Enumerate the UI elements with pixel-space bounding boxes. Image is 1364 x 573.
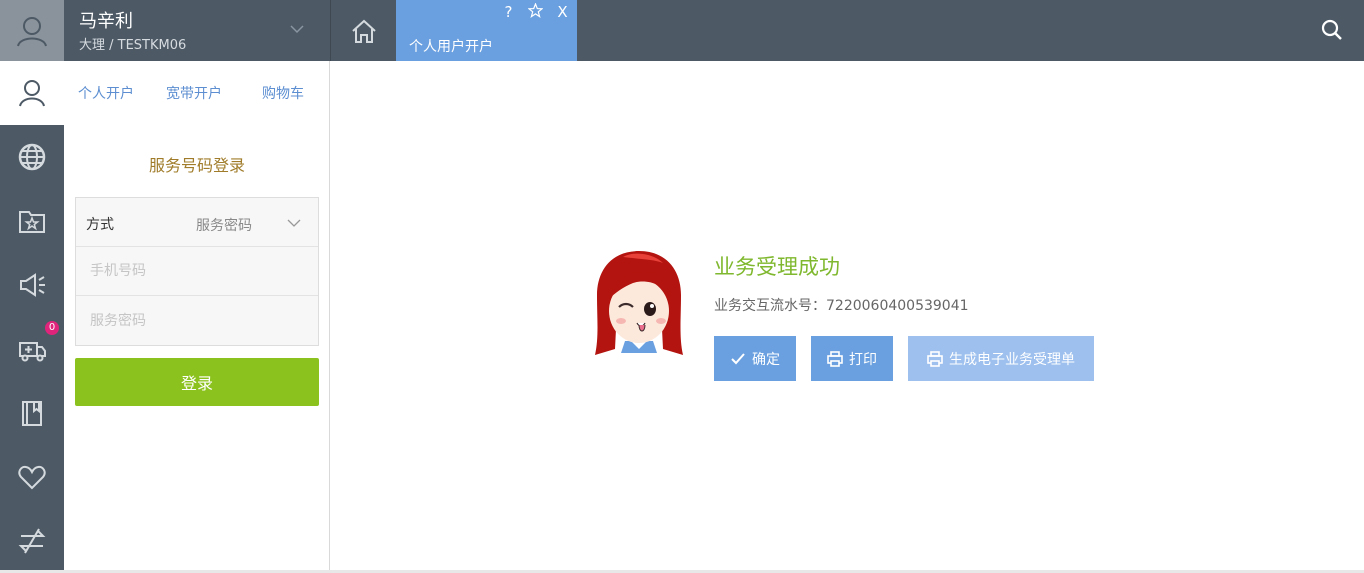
avatar-icon <box>17 16 47 46</box>
app-root: 马辛利 大理 / TESTKM06 ? X 个人用户开户 0 个人开户 宽带开户… <box>0 0 1364 573</box>
printer-icon <box>827 350 843 367</box>
panel-tabs: 个人开户 宽带开户 购物车 <box>64 83 330 107</box>
tab-label: 个人用户开户 <box>409 39 493 55</box>
chevron-down-icon[interactable] <box>286 215 302 231</box>
megaphone-icon <box>20 273 45 297</box>
tab-controls: ? X <box>500 2 571 22</box>
print-label: 打印 <box>849 351 877 368</box>
phone-input[interactable] <box>76 247 318 295</box>
login-form: 方式 服务密码 <box>75 197 319 346</box>
user-name: 马辛利 <box>79 11 133 32</box>
home-icon <box>351 19 376 43</box>
success-title: 业务受理成功 <box>714 255 840 279</box>
generate-receipt-button[interactable]: 生成电子业务受理单 <box>908 336 1094 381</box>
exchange-icon <box>18 528 46 554</box>
chevron-down-icon[interactable] <box>288 20 306 38</box>
tab-broadband-open[interactable]: 宽带开户 <box>166 83 222 103</box>
user-info[interactable]: 马辛利 大理 / TESTKM06 <box>64 0 330 61</box>
rail-item-exchange[interactable] <box>0 509 64 573</box>
rail-item-user[interactable] <box>0 61 64 125</box>
generate-label: 生成电子业务受理单 <box>949 351 1075 368</box>
print-button[interactable]: 打印 <box>811 336 893 381</box>
phone-row <box>76 247 318 296</box>
check-icon <box>731 352 745 364</box>
close-icon[interactable]: X <box>554 3 571 22</box>
tab-personal-open[interactable]: 个人开户 <box>78 83 134 103</box>
icon-rail: 0 <box>0 61 64 570</box>
user-icon <box>19 80 45 107</box>
book-icon <box>22 401 42 426</box>
notification-badge: 0 <box>45 321 59 335</box>
method-select[interactable]: 服务密码 <box>196 215 252 235</box>
folder-star-icon <box>19 211 45 233</box>
user-avatar[interactable] <box>0 0 64 61</box>
star-icon[interactable] <box>527 2 544 22</box>
top-bar: 马辛利 大理 / TESTKM06 ? X 个人用户开户 <box>0 0 1364 61</box>
rail-item-folder[interactable] <box>0 189 64 253</box>
panel-border <box>329 61 330 570</box>
side-panel: 个人开户 宽带开户 购物车 服务号码登录 方式 服务密码 登录 <box>64 61 330 570</box>
method-label: 方式 <box>86 217 114 233</box>
rail-item-heart[interactable] <box>0 445 64 509</box>
tab-cart[interactable]: 购物车 <box>262 83 304 103</box>
heart-icon <box>18 465 46 490</box>
home-button[interactable] <box>331 0 396 61</box>
rail-item-book[interactable] <box>0 381 64 445</box>
password-input[interactable] <box>76 296 318 345</box>
rail-item-megaphone[interactable] <box>0 253 64 317</box>
printer-icon <box>927 350 943 367</box>
globe-icon <box>18 143 46 171</box>
serial-number: 业务交互流水号：7220060400539041 <box>714 298 969 314</box>
user-location: 大理 / TESTKM06 <box>79 38 187 53</box>
confirm-button[interactable]: 确定 <box>714 336 796 381</box>
question-icon[interactable]: ? <box>500 3 517 22</box>
mascot-image <box>595 251 683 355</box>
login-button[interactable]: 登录 <box>75 358 319 406</box>
tab-personal-account[interactable]: ? X 个人用户开户 <box>396 0 577 61</box>
password-row <box>76 296 318 345</box>
rail-item-globe[interactable] <box>0 125 64 189</box>
confirm-label: 确定 <box>752 351 780 368</box>
login-title: 服务号码登录 <box>148 156 245 175</box>
ambulance-icon <box>19 342 46 362</box>
search-button[interactable] <box>1316 14 1348 46</box>
method-row[interactable]: 方式 服务密码 <box>76 198 318 247</box>
search-icon <box>1321 19 1342 40</box>
